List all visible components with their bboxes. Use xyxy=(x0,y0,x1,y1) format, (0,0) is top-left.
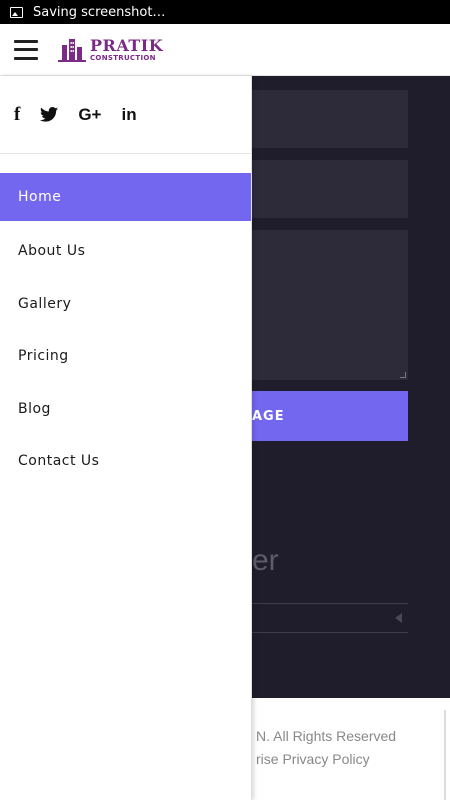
drawer-menu: Home About Us Gallery Pricing Blog Conta… xyxy=(0,173,251,488)
menu-item-contact-us[interactable]: Contact Us xyxy=(0,435,251,488)
status-text: Saving screenshot… xyxy=(33,4,166,20)
name-input[interactable] xyxy=(252,90,408,148)
menu-item-about-us[interactable]: About Us xyxy=(0,225,251,278)
logo-title: PRATIK xyxy=(90,35,164,55)
social-links: f G+ in xyxy=(0,76,251,154)
menu-item-home[interactable]: Home xyxy=(0,173,251,221)
send-message-button[interactable]: AGE xyxy=(252,391,408,441)
menu-icon[interactable] xyxy=(14,39,38,60)
building-logo-icon xyxy=(58,38,86,62)
image-icon xyxy=(10,6,23,18)
copyright-text: N. All Rights Reserved xyxy=(256,728,397,744)
privacy-policy-link[interactable]: rise Privacy Policy xyxy=(256,751,370,767)
email-input[interactable] xyxy=(252,160,408,218)
newsletter-input[interactable] xyxy=(252,603,408,633)
google-plus-icon[interactable]: G+ xyxy=(78,103,101,127)
navigation-drawer: f G+ in Home About Us Gallery Pricing Bl… xyxy=(0,76,252,800)
message-textarea[interactable] xyxy=(252,230,408,380)
newsletter-heading: er xyxy=(252,544,279,577)
menu-item-gallery[interactable]: Gallery xyxy=(0,278,251,331)
menu-item-pricing[interactable]: Pricing xyxy=(0,330,251,383)
facebook-icon[interactable]: f xyxy=(14,103,20,127)
status-bar: Saving screenshot… xyxy=(0,0,450,24)
arrow-left-icon[interactable] xyxy=(395,613,402,623)
menu-item-blog[interactable]: Blog xyxy=(0,383,251,436)
logo-subtitle: CONSTRUCTION xyxy=(90,53,156,62)
twitter-icon[interactable] xyxy=(40,103,59,127)
linkedin-icon[interactable]: in xyxy=(121,103,136,127)
scrollbar[interactable] xyxy=(444,710,446,800)
app-header: PRATIK CONSTRUCTION xyxy=(0,24,450,76)
logo[interactable]: PRATIK CONSTRUCTION xyxy=(58,37,163,63)
